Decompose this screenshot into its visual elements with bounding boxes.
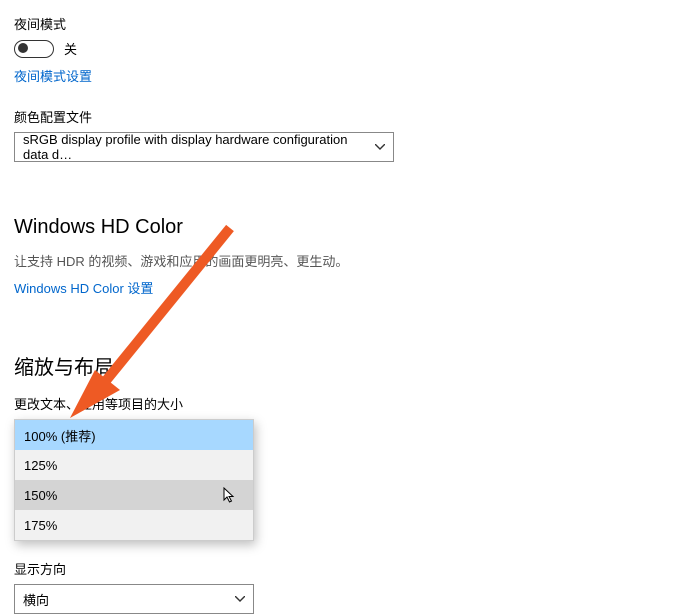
scale-label: 更改文本、应用等项目的大小 bbox=[14, 394, 680, 413]
hd-color-settings-link[interactable]: Windows HD Color 设置 bbox=[14, 278, 153, 297]
scale-option-100[interactable]: 100% (推荐) bbox=[15, 420, 253, 450]
orientation-value: 横向 bbox=[23, 590, 49, 609]
color-profile-value: sRGB display profile with display hardwa… bbox=[23, 132, 375, 162]
scale-list: 100% (推荐) 125% 150% 175% bbox=[14, 419, 254, 541]
cursor-icon bbox=[223, 487, 237, 505]
scale-option-150[interactable]: 150% bbox=[15, 480, 253, 510]
night-mode-toggle-row: 关 bbox=[14, 39, 680, 58]
orientation-dropdown[interactable]: 横向 bbox=[14, 584, 254, 614]
orientation-label: 显示方向 bbox=[14, 559, 680, 578]
scale-heading: 缩放与布局 bbox=[14, 351, 680, 380]
night-mode-label: 夜间模式 bbox=[14, 14, 680, 33]
chevron-down-icon bbox=[375, 142, 385, 153]
scale-option-175[interactable]: 175% bbox=[15, 510, 253, 540]
color-profile-label: 颜色配置文件 bbox=[14, 107, 680, 126]
color-profile-dropdown[interactable]: sRGB display profile with display hardwa… bbox=[14, 132, 394, 162]
night-mode-state: 关 bbox=[64, 39, 77, 58]
toggle-knob bbox=[18, 43, 28, 53]
hd-color-heading: Windows HD Color bbox=[14, 216, 680, 239]
night-mode-toggle[interactable] bbox=[14, 40, 54, 58]
scale-option-125[interactable]: 125% bbox=[15, 450, 253, 480]
chevron-down-icon bbox=[235, 594, 245, 605]
night-mode-settings-link[interactable]: 夜间模式设置 bbox=[14, 66, 92, 85]
scale-option-150-label: 150% bbox=[24, 488, 57, 503]
scale-dropdown-open[interactable]: 100% (推荐) 125% 150% 175% bbox=[14, 419, 254, 541]
hd-color-desc: 让支持 HDR 的视频、游戏和应用的画面更明亮、更生动。 bbox=[14, 251, 680, 270]
